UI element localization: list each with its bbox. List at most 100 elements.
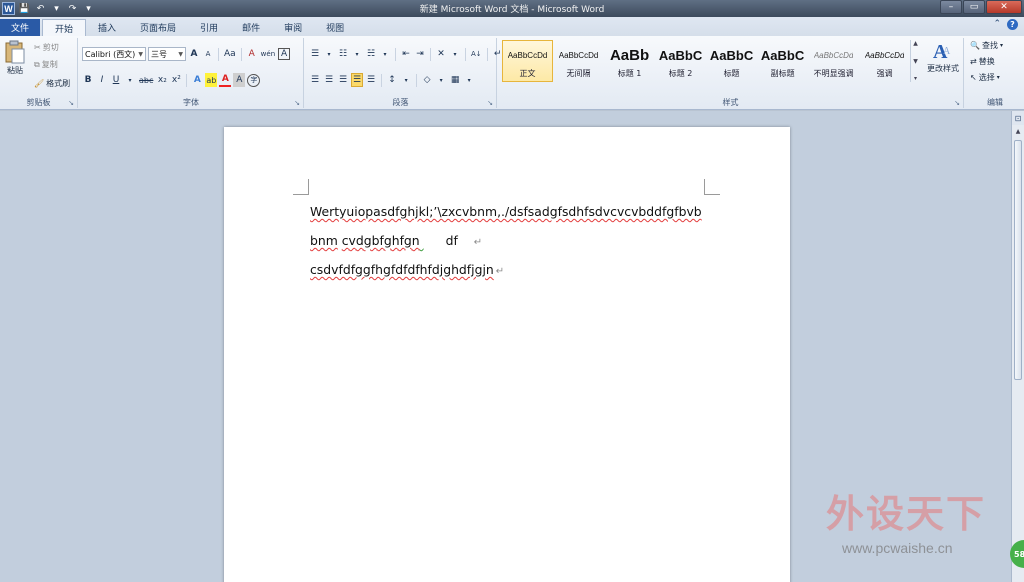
font-color-button[interactable]: A <box>219 73 232 87</box>
clear-formatting-button[interactable]: A <box>246 47 258 61</box>
style-no-spacing[interactable]: AaBbCcDd 无间隔 <box>553 40 604 82</box>
style-normal[interactable]: AaBbCcDd 正文 <box>502 40 554 82</box>
style-preview: AaBbC <box>658 48 703 63</box>
tab-home[interactable]: 开始 <box>42 19 87 36</box>
style-subtle-emphasis[interactable]: AaBbCcDd 不明显强调 <box>808 40 859 82</box>
multilevel-list-button[interactable]: ☵ <box>365 47 377 61</box>
clipboard-launcher-icon[interactable]: ↘ <box>68 99 74 107</box>
document-line-1[interactable]: Wertyuiopasdfghjkl;’\zxcvbnm,./dsfsadgfs… <box>310 204 702 219</box>
document-line-3[interactable]: csdvfdfggfhgfdfdfhfdjghdfjgjn ↵ <box>310 262 504 277</box>
font-launcher-icon[interactable]: ↘ <box>294 99 300 107</box>
separator <box>218 47 219 61</box>
numbering-button[interactable]: ☷ <box>337 47 349 61</box>
borders-button[interactable]: ▦ <box>449 73 461 87</box>
find-button[interactable]: 🔍 查找 ▾ <box>970 40 1003 51</box>
justify-button[interactable]: ☰ <box>351 73 364 87</box>
chevron-down-icon[interactable]: ▾ <box>435 73 447 87</box>
styles-launcher-icon[interactable]: ↘ <box>954 99 960 107</box>
tab-view[interactable]: 视图 <box>314 19 356 36</box>
superscript-button[interactable]: x² <box>170 73 182 87</box>
cut-button[interactable]: ✂ 剪切 <box>34 42 59 53</box>
chevron-down-icon[interactable]: ▾ <box>463 73 475 87</box>
paragraph-mark: ↵ <box>495 266 505 277</box>
font-size-select[interactable]: 三号 ▼ <box>148 47 186 61</box>
underline-dropdown-icon[interactable]: ▾ <box>124 73 136 87</box>
align-right-button[interactable]: ☰ <box>337 73 349 87</box>
paste-button[interactable]: 粘贴 <box>4 40 26 76</box>
ruler-toggle-icon[interactable]: ⊡ <box>1011 111 1024 125</box>
replace-button[interactable]: ⇄ 替换 <box>970 56 995 67</box>
font-family-select[interactable]: Calibri (西文) ▼ <box>82 47 146 61</box>
separator <box>430 47 431 61</box>
center-button[interactable]: ☰ <box>323 73 335 87</box>
sort-button[interactable]: A↓ <box>470 47 483 61</box>
enclose-characters-button[interactable]: 字 <box>247 73 261 87</box>
paste-label: 粘贴 <box>7 66 23 75</box>
chevron-down-icon[interactable]: ▾ <box>323 47 335 61</box>
ribbon-collapse-icon[interactable]: ⌃ <box>993 19 1001 30</box>
paragraph-launcher-icon[interactable]: ↘ <box>487 99 493 107</box>
close-button[interactable]: ✕ <box>986 0 1022 14</box>
scrollbar-thumb[interactable] <box>1014 140 1022 380</box>
tab-mailings[interactable]: 邮件 <box>230 19 272 36</box>
copy-button[interactable]: ⧉ 复制 <box>34 59 58 70</box>
align-left-button[interactable]: ☰ <box>309 73 321 87</box>
change-styles-button[interactable]: A A 更改样式 <box>924 40 962 74</box>
chevron-down-icon[interactable]: ▾ <box>400 73 412 87</box>
line-3-text: csdvfdfggfhgfdfdfhfdjghdfjgjn <box>310 262 494 277</box>
format-painter-button[interactable]: 🖌 格式刷 <box>34 78 70 89</box>
style-heading-1[interactable]: AaBb 标题 1 <box>604 40 655 82</box>
minimize-button[interactable]: – <box>940 0 962 14</box>
tab-insert[interactable]: 插入 <box>86 19 128 36</box>
style-heading-2[interactable]: AaBbC 标题 2 <box>655 40 706 82</box>
shading-button[interactable]: ◇ <box>421 73 433 87</box>
bold-button[interactable]: B <box>82 73 94 87</box>
shrink-font-button[interactable]: A <box>202 47 214 61</box>
help-icon[interactable]: ? <box>1007 19 1018 30</box>
style-emphasis[interactable]: AaBbCcDd 强调 <box>859 40 910 82</box>
document-page[interactable]: Wertyuiopasdfghjkl;’\zxcvbnm,./dsfsadgfs… <box>224 127 790 582</box>
underline-button[interactable]: U <box>110 73 122 87</box>
maximize-button[interactable]: ▭ <box>963 0 985 14</box>
strikethrough-button[interactable]: abc <box>138 73 154 87</box>
text-effects-button[interactable]: A <box>191 73 203 87</box>
scroll-up-icon[interactable]: ▲ <box>1012 125 1024 138</box>
style-name: 正文 <box>519 68 536 78</box>
style-subtitle[interactable]: AaBbC 副标题 <box>757 40 808 82</box>
tab-file[interactable]: 文件 <box>0 19 40 36</box>
gallery-more-icon[interactable]: ▾ <box>914 75 917 82</box>
vertical-scrollbar[interactable]: ▲ <box>1011 125 1024 582</box>
character-border-button[interactable]: A <box>278 48 291 60</box>
character-shading-button[interactable]: A <box>233 73 246 87</box>
copy-label: 复制 <box>41 60 58 69</box>
increase-indent-button[interactable]: ⇥ <box>414 47 426 61</box>
scroll-down-icon[interactable]: ▼ <box>913 58 918 65</box>
change-case-button[interactable]: Aa <box>223 47 237 61</box>
bullets-button[interactable]: ☰ <box>309 47 321 61</box>
chevron-down-icon: ▼ <box>138 50 143 58</box>
scroll-up-icon[interactable]: ▲ <box>913 40 918 47</box>
tab-page-layout[interactable]: 页面布局 <box>128 19 188 36</box>
subscript-button[interactable]: x₂ <box>156 73 168 87</box>
chevron-down-icon[interactable]: ▾ <box>351 47 363 61</box>
tab-review[interactable]: 审阅 <box>272 19 314 36</box>
style-name: 标题 2 <box>668 68 693 78</box>
style-preview: AaBbCcDd <box>558 51 599 60</box>
highlight-button[interactable]: ab <box>205 73 218 87</box>
phonetic-guide-button[interactable]: wén <box>260 47 276 61</box>
chevron-down-icon[interactable]: ▾ <box>379 47 391 61</box>
select-button[interactable]: ↖ 选择 ▾ <box>970 72 1000 83</box>
tab-references[interactable]: 引用 <box>188 19 230 36</box>
chinese-layout-button[interactable]: ✕ <box>435 47 447 61</box>
style-preview: AaBbC <box>760 48 805 63</box>
distributed-button[interactable]: ☰ <box>365 73 377 87</box>
ribbon-tabs: 文件 开始 插入 页面布局 引用 邮件 审阅 视图 ⌃ ? <box>0 17 1024 36</box>
decrease-indent-button[interactable]: ⇤ <box>400 47 412 61</box>
document-line-2[interactable]: bnm cvdgbfghfgn df ↵ <box>310 233 482 248</box>
line-spacing-button[interactable]: ↕ <box>386 73 398 87</box>
chevron-down-icon[interactable]: ▾ <box>449 47 461 61</box>
grow-font-button[interactable]: A <box>188 47 200 61</box>
italic-button[interactable]: I <box>96 73 108 87</box>
style-title[interactable]: AaBbC 标题 <box>706 40 757 82</box>
copy-icon: ⧉ <box>34 59 40 69</box>
